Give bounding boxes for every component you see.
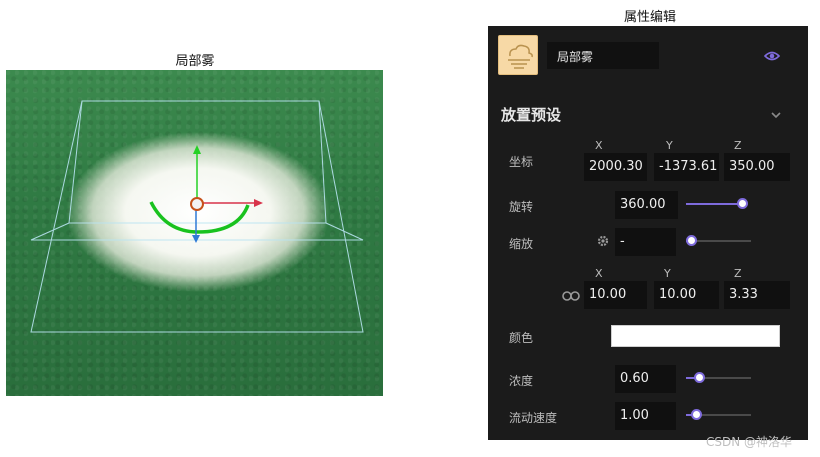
cloud-fog-icon[interactable] — [498, 35, 538, 75]
chevron-down-icon[interactable] — [770, 106, 782, 119]
scale-slider[interactable] — [686, 234, 751, 248]
scale-axis-label-y: Y — [664, 267, 671, 280]
scene-viewport[interactable] — [6, 70, 383, 396]
axis-label-x: X — [595, 139, 603, 152]
flow-speed-slider[interactable] — [686, 408, 751, 422]
scale-z-input[interactable]: 3.33 — [724, 281, 790, 309]
color-swatch[interactable] — [611, 325, 780, 347]
scale-x-input[interactable]: 10.00 — [584, 281, 647, 309]
name-input[interactable]: 局部雾 — [547, 42, 659, 69]
section-title: 放置预设 — [501, 106, 562, 124]
scene-title: 局部雾 — [175, 54, 215, 69]
position-label: 坐标 — [509, 155, 534, 169]
flow-speed-input[interactable]: 1.00 — [615, 402, 676, 430]
position-y-input[interactable]: -1373.61 — [654, 153, 719, 181]
scale-uniform-input[interactable]: - — [615, 228, 676, 256]
color-label: 颜色 — [509, 331, 534, 345]
axis-label-y: Y — [666, 139, 673, 152]
density-label: 浓度 — [509, 374, 534, 388]
scale-y-input[interactable]: 10.00 — [654, 281, 719, 309]
density-input[interactable]: 0.60 — [615, 365, 676, 393]
scale-axis-label-z: Z — [734, 267, 742, 280]
app-stage: 局部雾 属性编辑 局部雾 放置预设 X Y Z 坐标 2000.30 -1373… — [0, 0, 820, 457]
position-x-input[interactable]: 2000.30 — [584, 153, 647, 181]
panel-title: 属性编辑 — [623, 10, 676, 25]
scale-label: 缩放 — [509, 237, 534, 251]
rotation-label: 旋转 — [509, 200, 534, 214]
flow-speed-label: 流动速度 — [509, 411, 558, 425]
rotation-input[interactable]: 360.00 — [615, 191, 678, 219]
rotation-slider[interactable] — [686, 197, 748, 211]
scale-axis-label-x: X — [595, 267, 603, 280]
gear-icon[interactable] — [596, 233, 610, 247]
eye-icon[interactable] — [763, 48, 781, 64]
property-panel: 局部雾 放置预设 X Y Z 坐标 2000.30 -1373.61 350.0… — [488, 26, 808, 440]
density-slider[interactable] — [686, 371, 751, 385]
position-z-input[interactable]: 350.00 — [724, 153, 790, 181]
scene-graphics — [30, 100, 364, 333]
watermark-text: CSDN @神洛华 — [706, 435, 793, 449]
fog-volume — [66, 132, 330, 292]
link-icon[interactable] — [562, 287, 580, 301]
axis-label-z: Z — [734, 139, 742, 152]
